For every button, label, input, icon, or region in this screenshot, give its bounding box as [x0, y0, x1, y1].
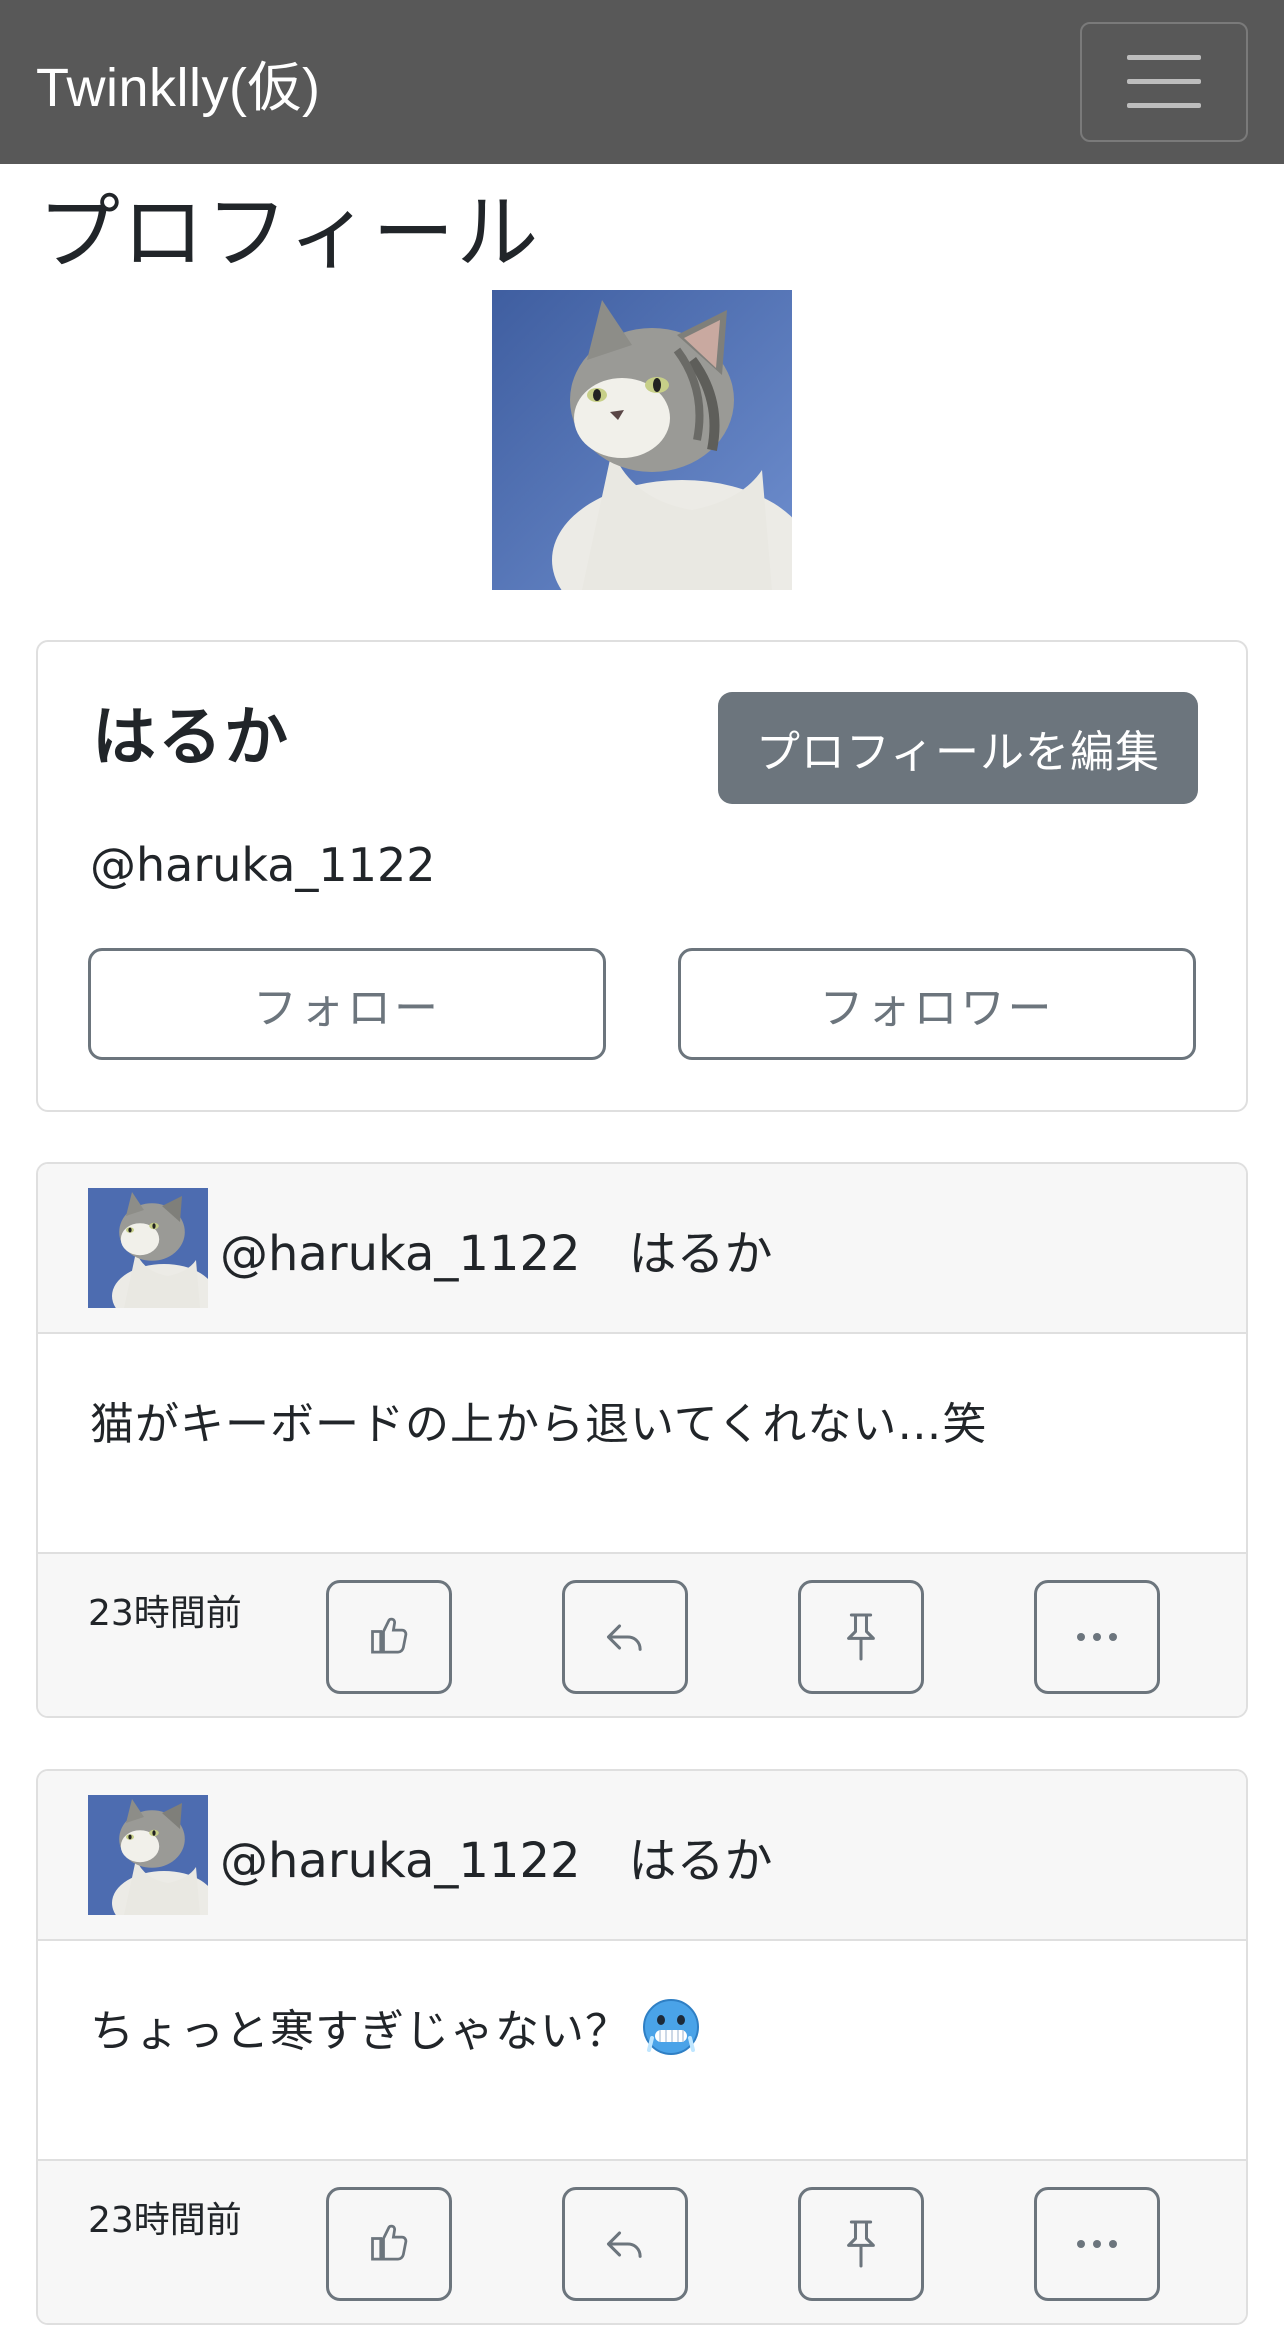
thumbs-up-icon — [371, 2224, 408, 2261]
post-body: ちょっと寒すぎじゃない？ — [38, 1941, 1246, 2161]
post-card: @haruka_1122 はるか ちょっと寒すぎじゃない？ 23時間前 — [36, 1769, 1248, 2325]
more-icon — [1077, 1633, 1117, 1641]
post-body: 猫がキーボードの上から退いてくれない…笑 — [38, 1334, 1246, 1554]
reply-button[interactable] — [562, 1580, 688, 1694]
followers-button[interactable]: フォロワー — [678, 948, 1196, 1060]
cold-face-emoji-icon — [643, 1999, 699, 2055]
edit-profile-button[interactable]: プロフィールを編集 — [718, 692, 1198, 804]
reply-icon — [606, 2231, 642, 2258]
reply-button[interactable] — [562, 2187, 688, 2301]
profile-handle: @haruka_1122 — [90, 838, 436, 892]
thumbs-up-icon — [371, 1617, 408, 1654]
pin-icon — [847, 2220, 875, 2268]
profile-name: はるか — [92, 701, 290, 775]
post-card: @haruka_1122 はるか 猫がキーボードの上から退いてくれない…笑 23… — [36, 1162, 1248, 1718]
more-button[interactable] — [1034, 1580, 1160, 1694]
post-text-content: 猫がキーボードの上から退いてくれない…笑 — [90, 1399, 988, 1450]
post-text: ちょっと寒すぎじゃない？ — [90, 1995, 700, 2059]
pin-button[interactable] — [798, 1580, 924, 1694]
pin-icon — [847, 1613, 875, 1661]
post-header: @haruka_1122 はるか — [38, 1164, 1246, 1334]
pin-button[interactable] — [798, 2187, 924, 2301]
post-text-content: ちょっと寒すぎじゃない？ — [90, 2006, 630, 2057]
post-time: 23時間前 — [88, 2200, 242, 2241]
post-avatar[interactable] — [88, 1188, 208, 1308]
post-user-line[interactable]: @haruka_1122 はるか — [220, 1214, 773, 1284]
more-button[interactable] — [1034, 2187, 1160, 2301]
post-header: @haruka_1122 はるか — [38, 1771, 1246, 1941]
like-button[interactable] — [326, 1580, 452, 1694]
following-button[interactable]: フォロー — [88, 948, 606, 1060]
profile-card: はるか プロフィールを編集 @haruka_1122 フォロー フォロワー — [36, 640, 1248, 1112]
brand-link[interactable]: Twinklly(仮) — [36, 43, 321, 122]
navbar: Twinklly(仮) — [0, 0, 1284, 164]
menu-toggle-button[interactable] — [1080, 22, 1248, 142]
post-user-line[interactable]: @haruka_1122 はるか — [220, 1821, 773, 1891]
hamburger-icon — [1127, 55, 1201, 108]
post-text: 猫がキーボードの上から退いてくれない…笑 — [90, 1388, 987, 1452]
post-time: 23時間前 — [88, 1593, 242, 1634]
like-button[interactable] — [326, 2187, 452, 2301]
reply-icon — [606, 1624, 642, 1651]
post-footer: 23時間前 — [38, 2161, 1246, 2323]
profile-avatar — [492, 290, 792, 590]
page-title: プロフィール — [38, 186, 541, 281]
more-icon — [1077, 2240, 1117, 2248]
post-avatar[interactable] — [88, 1795, 208, 1915]
post-footer: 23時間前 — [38, 1554, 1246, 1716]
